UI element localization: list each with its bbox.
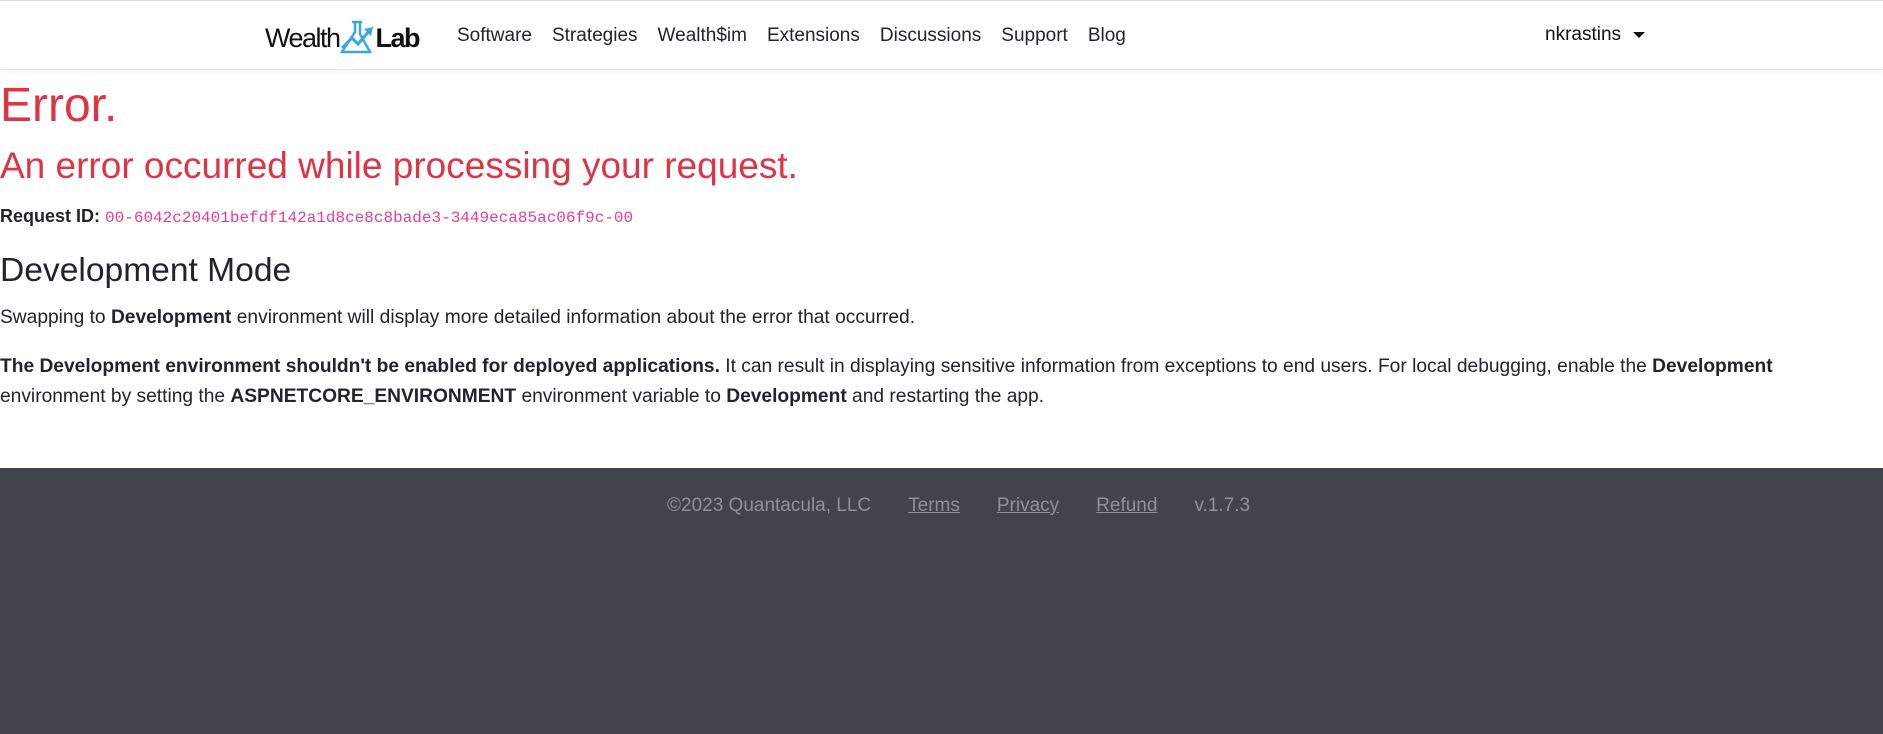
terms-link[interactable]: Terms <box>908 495 960 517</box>
footer: ©2023 Quantacula, LLC Terms Privacy Refu… <box>0 468 1883 734</box>
nav-support[interactable]: Support <box>1001 25 1068 47</box>
nav-strategies[interactable]: Strategies <box>552 25 638 47</box>
development-mode-heading: Development Mode <box>0 252 292 289</box>
bold-text: ASPNETCORE_ENVIRONMENT <box>230 386 517 407</box>
caret-down-icon <box>1633 32 1646 38</box>
dev-warning-paragraph: The Development environment shouldn't be… <box>0 352 1830 412</box>
bold-text: Development <box>110 307 232 328</box>
text: and restarting the app. <box>846 386 1045 407</box>
text: environment by setting the <box>0 386 231 407</box>
request-id: Request ID: 00-6042c20401befdf142a1d8ce8… <box>0 204 633 230</box>
wealthlab-logo[interactable]: Wealth Lab <box>265 20 421 55</box>
top-navbar: Wealth Lab Software Strategies Wealth$im… <box>0 0 1883 70</box>
nav-discussions[interactable]: Discussions <box>880 25 981 47</box>
dev-mode-paragraph: Swapping to Development environment will… <box>0 304 915 332</box>
nav-links: Software Strategies Wealth$im Extensions… <box>457 25 1146 47</box>
bold-text: The Development environment shouldn't be… <box>0 356 720 377</box>
user-menu-dropdown[interactable]: nkrastins <box>1545 24 1646 46</box>
text: environment will display more detailed i… <box>231 307 916 328</box>
text: environment variable to <box>516 386 727 407</box>
refund-link[interactable]: Refund <box>1096 495 1157 517</box>
bold-text: Development <box>726 386 847 407</box>
flask-arrow-icon <box>339 20 373 54</box>
bold-text: Development <box>1652 356 1773 377</box>
error-subtitle: An error occurred while processing your … <box>0 145 798 186</box>
copyright: ©2023 Quantacula, LLC <box>667 495 872 516</box>
privacy-link[interactable]: Privacy <box>997 495 1059 517</box>
logo-text-lab: Lab <box>375 22 421 53</box>
username: nkrastins <box>1545 24 1622 45</box>
text: Swapping to <box>0 307 111 328</box>
logo-text-wealth: Wealth <box>265 22 341 53</box>
nav-extensions[interactable]: Extensions <box>767 25 860 47</box>
nav-wealthsim[interactable]: Wealth$im <box>658 25 747 47</box>
error-title: Error. <box>0 79 118 132</box>
text: It can result in displaying sensitive in… <box>719 356 1653 377</box>
request-id-label: Request ID: <box>0 206 101 226</box>
version: v.1.7.3 <box>1194 495 1251 516</box>
request-id-value: 00-6042c20401befdf142a1d8ce8c8bade3-3449… <box>105 209 634 227</box>
nav-software[interactable]: Software <box>457 25 532 47</box>
nav-blog[interactable]: Blog <box>1088 25 1126 47</box>
